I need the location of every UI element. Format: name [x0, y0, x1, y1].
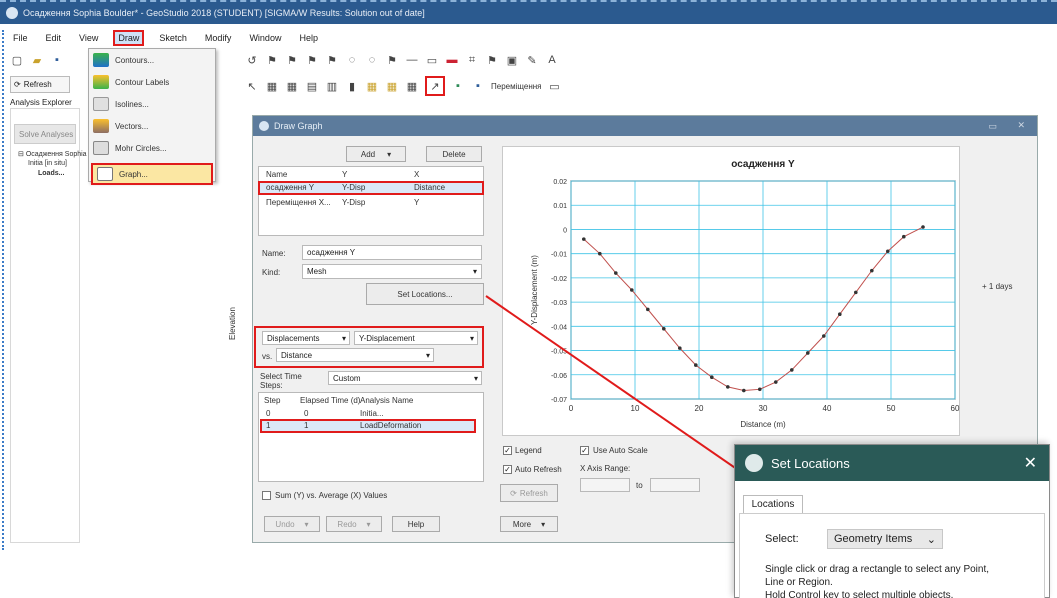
tab-locations[interactable]: Locations	[743, 495, 803, 513]
selection-hint: Single click or drag a rectangle to sele…	[765, 564, 990, 598]
set-locations-dialog: Set Locations ✕ Locations Select: Geomet…	[734, 444, 1050, 598]
geometry-select[interactable]: Geometry Items ⌄	[827, 529, 943, 549]
geostudio-window: Осадження Sophia Boulder* - GeoStudio 20…	[0, 0, 1057, 598]
set-locations-title-bar: Set Locations ✕	[735, 445, 1049, 481]
select-label: Select:	[765, 533, 799, 545]
legend-entry: + 1 days	[982, 282, 1013, 291]
set-locations-title: Set Locations	[771, 455, 850, 471]
geostudio-logo-icon	[745, 454, 763, 472]
chevron-down-icon: ⌄	[926, 533, 936, 546]
close-icon[interactable]: ✕	[1024, 453, 1037, 473]
